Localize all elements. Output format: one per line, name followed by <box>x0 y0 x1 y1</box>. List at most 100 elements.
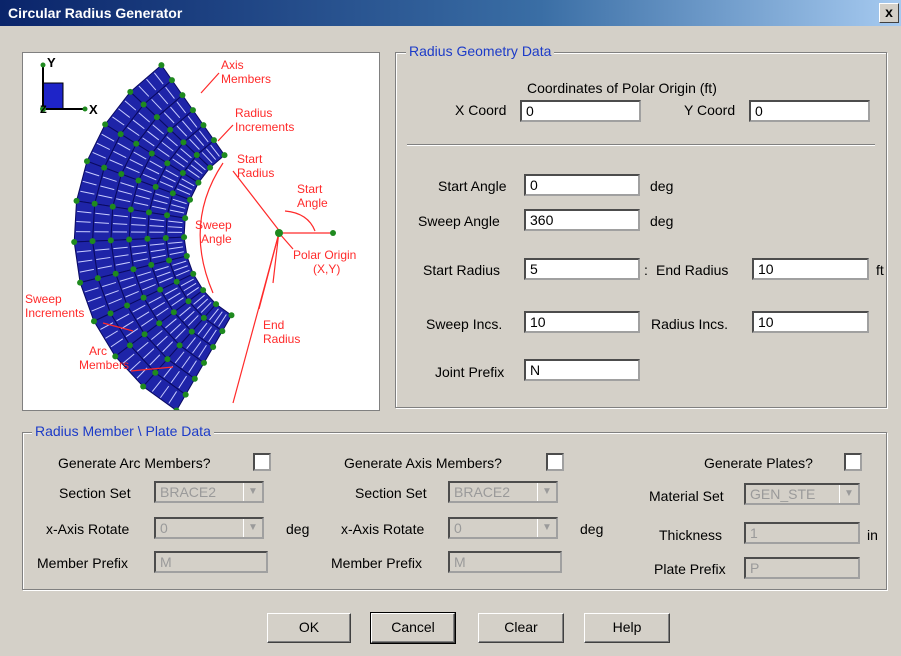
sweep-angle-label: Sweep <box>195 218 232 232</box>
material-set-select[interactable]: GEN_STE ▼ <box>744 483 860 505</box>
axis-section-label: Section Set <box>355 485 427 501</box>
generate-plates-checkbox[interactable] <box>844 453 862 471</box>
chevron-down-icon[interactable]: ▼ <box>243 519 262 537</box>
joint-node <box>173 278 180 285</box>
chevron-down-icon[interactable]: ▼ <box>243 483 262 501</box>
joint-node <box>200 287 207 294</box>
joint-node <box>195 179 202 186</box>
joint-node <box>183 252 190 259</box>
axis-rotate-select[interactable]: 0 ▼ <box>448 517 558 539</box>
joint-node <box>145 209 152 216</box>
generate-arc-checkbox[interactable] <box>253 453 271 471</box>
sweep-increments-label: Sweep <box>25 292 62 306</box>
joint-node <box>219 328 226 335</box>
joint-node <box>207 164 214 171</box>
close-button[interactable]: x <box>879 3 899 23</box>
chevron-down-icon[interactable]: ▼ <box>537 483 556 501</box>
polar-origin-label-2: (X,Y) <box>313 262 340 276</box>
start-angle-input[interactable]: 0 <box>524 174 640 196</box>
joint-prefix-label: Joint Prefix <box>435 364 505 380</box>
arc-section-value: BRACE2 <box>160 484 217 500</box>
axis-prefix-input[interactable]: M <box>448 551 562 573</box>
ok-button[interactable]: OK <box>267 613 351 643</box>
thickness-input[interactable]: 1 <box>744 522 860 544</box>
help-button[interactable]: Help <box>584 613 670 643</box>
axis-section-select[interactable]: BRACE2 ▼ <box>448 481 558 503</box>
x-coord-input[interactable]: 0 <box>520 100 641 122</box>
axis-members-label-2: Members <box>221 72 271 86</box>
cancel-button[interactable]: Cancel <box>370 612 456 644</box>
joint-node <box>193 151 200 158</box>
axis-indicator-icon: Y X Z <box>40 55 98 117</box>
joint-node <box>157 286 164 293</box>
radius-incs-input[interactable]: 10 <box>752 311 869 333</box>
joint-node <box>140 101 147 108</box>
joint-node <box>91 200 98 207</box>
joint-node <box>210 344 217 351</box>
coords-heading: Coordinates of Polar Origin (ft) <box>527 80 717 96</box>
joint-node <box>83 158 90 165</box>
sweep-incs-input[interactable]: 10 <box>524 311 640 333</box>
chevron-down-icon[interactable]: ▼ <box>537 519 556 537</box>
end-radius-label-2: Radius <box>263 332 300 346</box>
axis-members-label: Axis <box>221 58 244 72</box>
polar-origin-label: Polar Origin <box>293 248 356 262</box>
joint-node <box>200 122 207 129</box>
joint-node <box>141 331 148 338</box>
sweep-increments-label-2: Increments <box>25 306 84 320</box>
joint-prefix-input[interactable]: N <box>524 359 640 381</box>
sweep-angle-input[interactable]: 360 <box>524 209 640 231</box>
start-radius-input[interactable]: 5 <box>524 258 640 280</box>
joint-node <box>188 328 195 335</box>
arc-rotate-select[interactable]: 0 ▼ <box>154 517 264 539</box>
joint-node <box>179 92 186 99</box>
joint-node <box>164 356 171 363</box>
start-angle-label-2: Angle <box>297 196 328 210</box>
joint-node <box>200 314 207 321</box>
title-bar[interactable]: Circular Radius Generator x <box>0 0 901 26</box>
joint-node <box>89 238 96 245</box>
generate-axis-label: Generate Axis Members? <box>344 455 502 471</box>
start-radius-label-2: Radius <box>237 166 274 180</box>
joint-node <box>112 270 119 277</box>
radius-incs-label: Radius Incs. <box>651 316 729 332</box>
radius-diagram: Y X Z Axis Members Radius Increments Sta… <box>22 52 380 414</box>
joint-node <box>164 212 171 219</box>
x-coord-label: X Coord <box>455 102 507 118</box>
end-radius-label: End <box>263 318 284 332</box>
start-radius-label: Start <box>237 152 263 166</box>
material-set-label: Material Set <box>649 488 724 504</box>
thickness-unit: in <box>867 527 878 543</box>
joint-node <box>124 302 131 309</box>
joint-node <box>140 294 147 301</box>
sweep-angle-label: Sweep Angle <box>418 213 500 229</box>
arc-prefix-input[interactable]: M <box>154 551 268 573</box>
y-coord-input[interactable]: 0 <box>749 100 870 122</box>
joint-node <box>94 275 101 282</box>
end-radius-label: End Radius <box>656 262 729 278</box>
joint-node <box>190 270 197 277</box>
chevron-down-icon[interactable]: ▼ <box>839 485 858 503</box>
joint-node <box>118 171 125 178</box>
joint-node <box>228 312 235 319</box>
joint-node <box>210 137 217 144</box>
plate-prefix-input[interactable]: P <box>744 557 860 579</box>
arc-rotate-value: 0 <box>160 520 168 536</box>
thickness-label: Thickness <box>659 527 723 543</box>
arc-section-select[interactable]: BRACE2 ▼ <box>154 481 264 503</box>
joint-node <box>126 342 133 349</box>
joint-node <box>133 140 140 147</box>
joint-node <box>182 391 189 398</box>
sweep-angle-label-2: Angle <box>201 232 232 246</box>
generate-axis-checkbox[interactable] <box>546 453 564 471</box>
dialog-window: Circular Radius Generator x Y X Z Axis M… <box>0 0 901 656</box>
axis-section-value: BRACE2 <box>454 484 511 500</box>
end-radius-input[interactable]: 10 <box>752 258 869 280</box>
plate-prefix-label: Plate Prefix <box>654 561 726 577</box>
y-axis-label: Y <box>47 55 56 70</box>
joint-node <box>182 215 189 222</box>
arc-rotate-label: x-Axis Rotate <box>46 521 130 537</box>
clear-button[interactable]: Clear <box>478 613 564 643</box>
axis-rotate-value: 0 <box>454 520 462 536</box>
joint-node <box>221 152 228 159</box>
